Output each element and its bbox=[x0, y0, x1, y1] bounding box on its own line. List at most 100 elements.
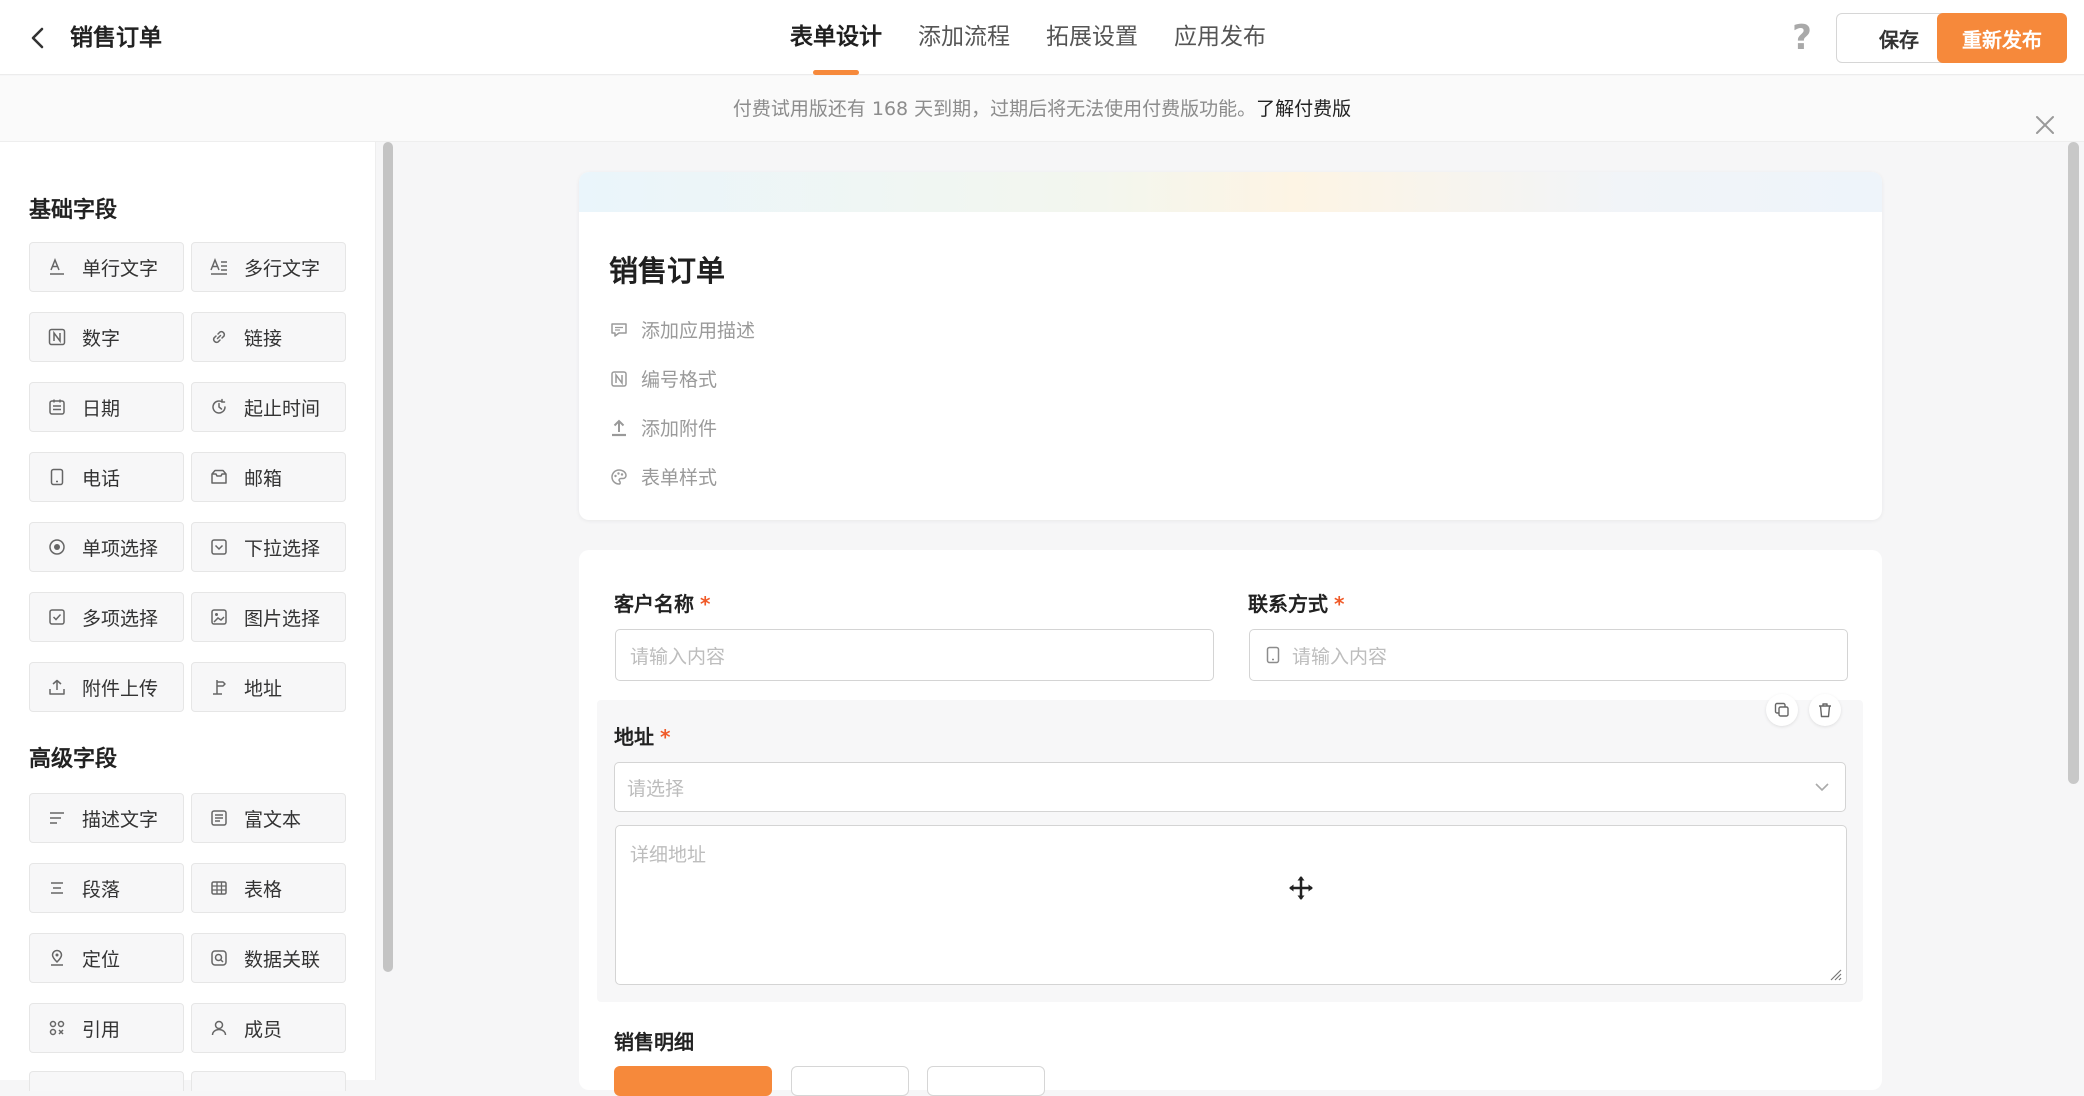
field-label: 表格 bbox=[244, 878, 283, 901]
field-upload[interactable]: 附件上传 bbox=[29, 662, 184, 712]
canvas-scrollbar[interactable] bbox=[2068, 142, 2079, 784]
field-label: 附件上传 bbox=[82, 677, 159, 700]
field-date[interactable]: 日期 bbox=[29, 382, 184, 432]
detail-secondary-button[interactable] bbox=[791, 1066, 909, 1096]
field-number[interactable]: 数字 bbox=[29, 312, 184, 362]
palette-scrollbar[interactable] bbox=[383, 142, 393, 972]
label-text: 联系方式 bbox=[1248, 592, 1328, 616]
field-label: 成员 bbox=[244, 1018, 283, 1041]
field-data-link[interactable]: 数据关联 bbox=[191, 933, 346, 983]
help-icon[interactable]: ? bbox=[1786, 19, 1818, 57]
address-region-select[interactable]: 请选择 bbox=[614, 762, 1846, 812]
field-radio[interactable]: 单项选择 bbox=[29, 522, 184, 572]
single-line-text-icon bbox=[46, 256, 68, 278]
placeholder: 请输入内容 bbox=[630, 645, 726, 668]
contact-input[interactable]: 请输入内容 bbox=[1249, 629, 1848, 681]
field-image[interactable]: 图片选择 bbox=[191, 592, 346, 642]
field-phone[interactable]: 电话 bbox=[29, 452, 184, 502]
contact-label: 联系方式 * bbox=[1248, 588, 1344, 617]
tab-add-process[interactable]: 添加流程 bbox=[918, 0, 1010, 75]
field-label: 数据关联 bbox=[244, 948, 321, 971]
number-icon bbox=[46, 326, 68, 348]
field-single-line-text[interactable]: 单行文字 bbox=[29, 242, 184, 292]
field-label: 电话 bbox=[82, 467, 121, 490]
advanced-fields-title: 高级字段 bbox=[29, 747, 118, 772]
field-label: 单项选择 bbox=[82, 537, 159, 560]
field-label: 数字 bbox=[82, 327, 121, 350]
field-description[interactable]: 描述文字 bbox=[29, 793, 184, 843]
field-label: 下拉选择 bbox=[244, 537, 321, 560]
upload-icon bbox=[46, 676, 68, 698]
number-icon bbox=[609, 369, 629, 389]
field-label: 引用 bbox=[82, 1018, 121, 1041]
field-address[interactable]: 地址 bbox=[191, 662, 346, 712]
address-icon bbox=[208, 676, 230, 698]
field-label: 链接 bbox=[244, 327, 283, 350]
required-mark: * bbox=[700, 592, 711, 616]
field-checkbox[interactable]: 多项选择 bbox=[29, 592, 184, 642]
customer-name-input[interactable]: 请输入内容 bbox=[615, 629, 1214, 681]
header-banner bbox=[579, 172, 1882, 212]
field-label: 起止时间 bbox=[244, 397, 321, 420]
label-text: 地址 bbox=[614, 725, 654, 749]
field-rich-text[interactable]: 富文本 bbox=[191, 793, 346, 843]
field-time-range[interactable]: 起止时间 bbox=[191, 382, 346, 432]
meta-label: 表单样式 bbox=[641, 467, 718, 489]
multi-line-text-icon bbox=[208, 256, 230, 278]
top-bar: 销售订单 表单设计 添加流程 拓展设置 应用发布 ? 保存 重新发布 bbox=[0, 0, 2084, 75]
address-detail-textarea[interactable]: 详细地址 bbox=[615, 825, 1847, 985]
meta-label: 编号格式 bbox=[641, 369, 718, 391]
tab-form-design[interactable]: 表单设计 bbox=[790, 0, 882, 75]
sales-detail-label: 销售明细 bbox=[614, 1030, 694, 1054]
add-description-button[interactable]: 添加应用描述 bbox=[609, 316, 755, 343]
detail-secondary-button[interactable] bbox=[927, 1066, 1045, 1096]
checkbox-icon bbox=[46, 606, 68, 628]
label-text: 客户名称 bbox=[614, 592, 694, 616]
move-icon[interactable] bbox=[1288, 875, 1314, 901]
field-label: 地址 bbox=[244, 677, 283, 700]
basic-fields-title: 基础字段 bbox=[29, 198, 118, 223]
field-more[interactable] bbox=[29, 1071, 184, 1091]
field-reference[interactable]: 引用 bbox=[29, 1003, 184, 1053]
field-multi-line-text[interactable]: 多行文字 bbox=[191, 242, 346, 292]
back-icon[interactable] bbox=[22, 22, 54, 54]
customer-name-label: 客户名称 * bbox=[614, 588, 710, 617]
delete-icon[interactable] bbox=[1809, 694, 1841, 726]
field-link[interactable]: 链接 bbox=[191, 312, 346, 362]
field-label: 日期 bbox=[82, 397, 121, 420]
copy-icon[interactable] bbox=[1766, 694, 1798, 726]
app-title: 销售订单 bbox=[70, 25, 162, 51]
tab-extension-settings[interactable]: 拓展设置 bbox=[1046, 0, 1138, 75]
form-style-button[interactable]: 表单样式 bbox=[609, 463, 717, 490]
detail-add-button[interactable] bbox=[614, 1066, 772, 1096]
tab-app-publish[interactable]: 应用发布 bbox=[1174, 0, 1266, 75]
reference-icon bbox=[46, 1017, 68, 1039]
required-mark: * bbox=[1334, 592, 1345, 616]
field-paragraph[interactable]: 段落 bbox=[29, 863, 184, 913]
notice-link[interactable]: 了解付费版 bbox=[1256, 98, 1351, 120]
close-icon[interactable] bbox=[2034, 97, 2056, 134]
phone-icon bbox=[1264, 646, 1282, 664]
numbering-format-button[interactable]: 编号格式 bbox=[609, 365, 717, 392]
form-header-card[interactable]: 销售订单 添加应用描述 编号格式 添加附件 表单样式 bbox=[579, 172, 1882, 520]
comment-icon bbox=[609, 320, 629, 340]
field-table[interactable]: 表格 bbox=[191, 863, 346, 913]
add-attachment-button[interactable]: 添加附件 bbox=[609, 414, 717, 441]
field-label: 多行文字 bbox=[244, 257, 321, 280]
data-link-icon bbox=[208, 947, 230, 969]
table-icon bbox=[208, 877, 230, 899]
form-title[interactable]: 销售订单 bbox=[609, 248, 725, 290]
field-mail[interactable]: 邮箱 bbox=[191, 452, 346, 502]
palette-icon bbox=[609, 467, 629, 487]
field-location[interactable]: 定位 bbox=[29, 933, 184, 983]
address-label: 地址 * bbox=[614, 721, 670, 750]
field-member[interactable]: 成员 bbox=[191, 1003, 346, 1053]
field-dropdown[interactable]: 下拉选择 bbox=[191, 522, 346, 572]
placeholder: 请输入内容 bbox=[1292, 645, 1388, 668]
field-more[interactable] bbox=[191, 1071, 346, 1091]
time-range-icon bbox=[208, 396, 230, 418]
member-icon bbox=[208, 1017, 230, 1039]
rich-text-icon bbox=[208, 807, 230, 829]
republish-button[interactable]: 重新发布 bbox=[1937, 13, 2067, 63]
resize-grip-icon[interactable] bbox=[1826, 964, 1842, 981]
